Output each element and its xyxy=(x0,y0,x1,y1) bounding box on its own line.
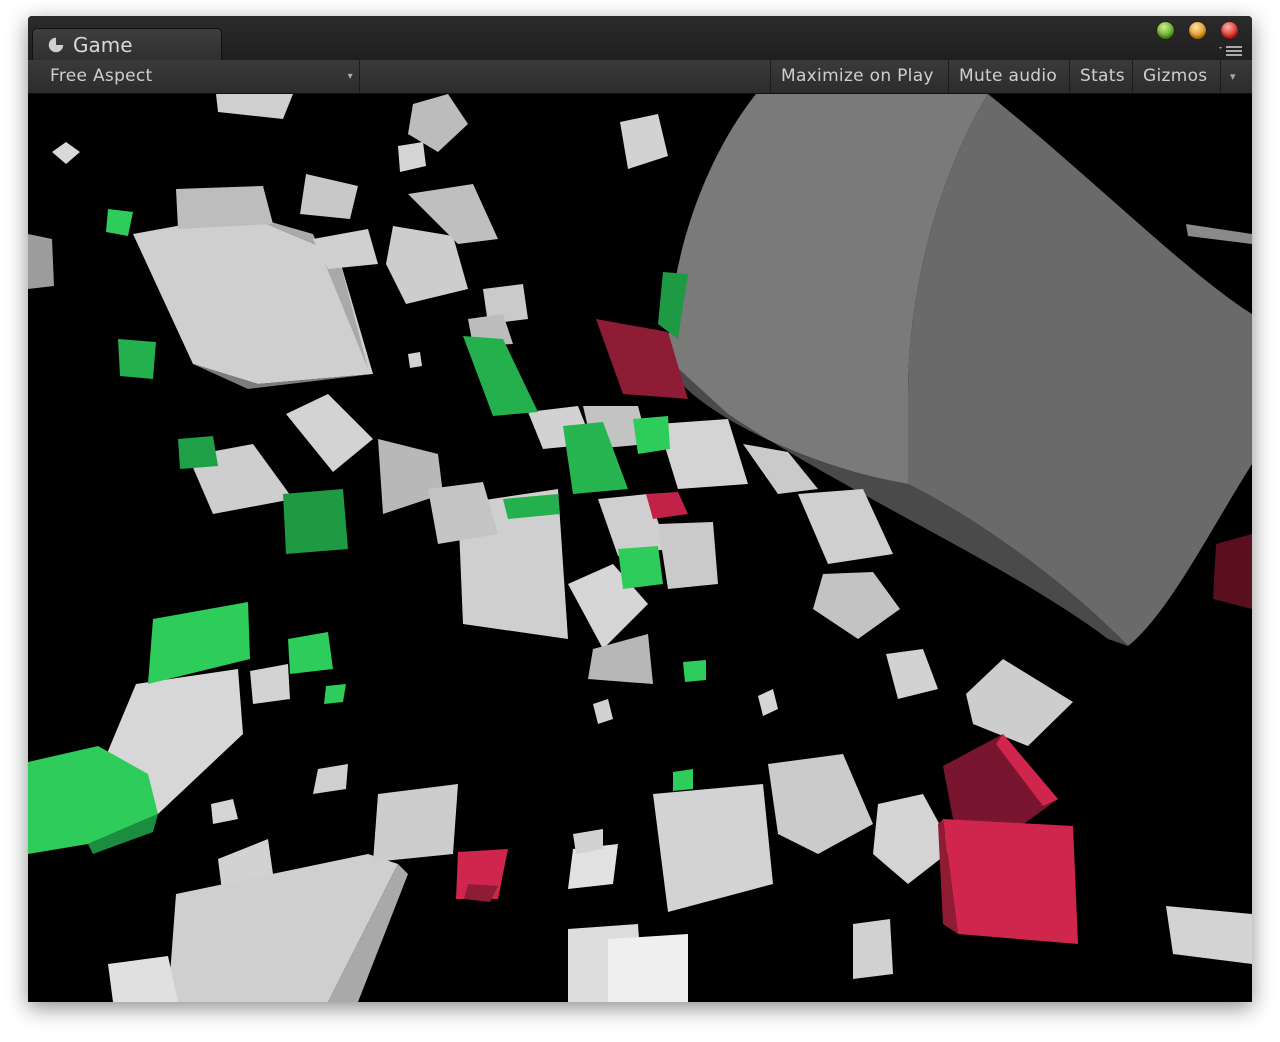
gizmos-label: Gizmos xyxy=(1143,66,1208,86)
game-toolbar: Free Aspect ▾ Maximize on Play Mute audi… xyxy=(28,60,1252,94)
mute-audio-toggle[interactable]: Mute audio xyxy=(948,60,1069,93)
minimize-button[interactable] xyxy=(1189,22,1206,39)
gizmos-toggle[interactable]: Gizmos xyxy=(1132,60,1220,93)
window-controls xyxy=(1157,22,1238,39)
stats-label: Stats xyxy=(1080,66,1125,86)
maximize-button[interactable] xyxy=(1157,22,1174,39)
tab-bar: Game xyxy=(28,16,1252,61)
gizmos-dropdown[interactable]: ▾ xyxy=(1220,60,1252,93)
tab-game-label: Game xyxy=(73,33,133,57)
game-window: Game Free Aspect ▾ Maximize on Play Mute… xyxy=(28,16,1252,1002)
game-viewport[interactable] xyxy=(28,94,1252,1002)
tab-game[interactable]: Game xyxy=(32,28,222,61)
dropdown-arrow-icon: ▾ xyxy=(347,71,353,82)
panel-menu-icon[interactable] xyxy=(1218,44,1244,58)
dropdown-arrow-icon: ▾ xyxy=(1230,70,1236,83)
pacman-icon xyxy=(48,37,64,53)
maximize-on-play-label: Maximize on Play xyxy=(781,66,934,86)
stats-toggle[interactable]: Stats xyxy=(1069,60,1132,93)
close-button[interactable] xyxy=(1221,22,1238,39)
mute-audio-label: Mute audio xyxy=(959,66,1058,86)
maximize-on-play-toggle[interactable]: Maximize on Play xyxy=(770,60,948,93)
aspect-dropdown[interactable]: Free Aspect ▾ xyxy=(36,60,360,93)
aspect-label: Free Aspect xyxy=(50,66,153,86)
